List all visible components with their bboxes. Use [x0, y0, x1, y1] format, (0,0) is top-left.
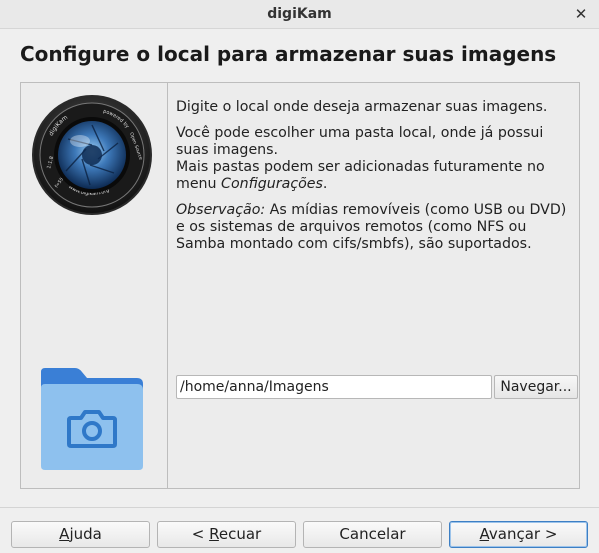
next-button[interactable]: Avançar >: [449, 521, 588, 548]
help-mnemonic: A: [59, 525, 70, 543]
browse-button[interactable]: Navegar...: [494, 375, 578, 399]
more-folders-suffix: .: [322, 176, 328, 192]
intro-text: Digite o local onde deseja armazenar sua…: [176, 99, 548, 115]
illustration-pane: digiKam powered by www.digikam.org 1:1.8…: [21, 83, 168, 488]
local-folder-line1: Você pode escolher uma pasta local, onde…: [176, 125, 544, 141]
note-text: Observação: As mídias removíveis (como U…: [176, 202, 576, 253]
cancel-button[interactable]: Cancelar: [303, 521, 442, 548]
next-label-rest: vançar >: [488, 525, 558, 543]
help-label-rest: juda: [69, 525, 102, 543]
title-bar: digiKam ✕: [0, 0, 599, 29]
next-mnemonic: A: [479, 525, 489, 543]
note-label: Observação:: [176, 202, 266, 218]
content-panel: digiKam powered by www.digikam.org 1:1.8…: [20, 82, 580, 489]
back-prefix: <: [191, 525, 210, 543]
page-title: Configure o local para armazenar suas im…: [20, 42, 557, 66]
back-button[interactable]: < Recuar: [157, 521, 296, 548]
local-folder-line2: suas imagens.: [176, 142, 279, 158]
button-separator: [0, 507, 599, 508]
description-text: Digite o local onde deseja armazenar sua…: [176, 99, 576, 262]
local-folder-text: Você pode escolher uma pasta local, onde…: [176, 125, 576, 193]
album-path-input[interactable]: [176, 375, 492, 399]
description-pane: Digite o local onde deseja armazenar sua…: [168, 83, 579, 488]
help-button[interactable]: Ajuda: [11, 521, 150, 548]
window-title: digiKam: [267, 6, 332, 22]
folder-camera-icon: [41, 368, 143, 470]
settings-menu-name: Configurações: [221, 176, 323, 192]
digikam-lens-icon: digiKam powered by www.digikam.org 1:1.8…: [32, 95, 152, 215]
close-icon[interactable]: ✕: [571, 0, 591, 28]
back-mnemonic: R: [209, 525, 219, 543]
back-label-rest: ecuar: [218, 525, 262, 543]
